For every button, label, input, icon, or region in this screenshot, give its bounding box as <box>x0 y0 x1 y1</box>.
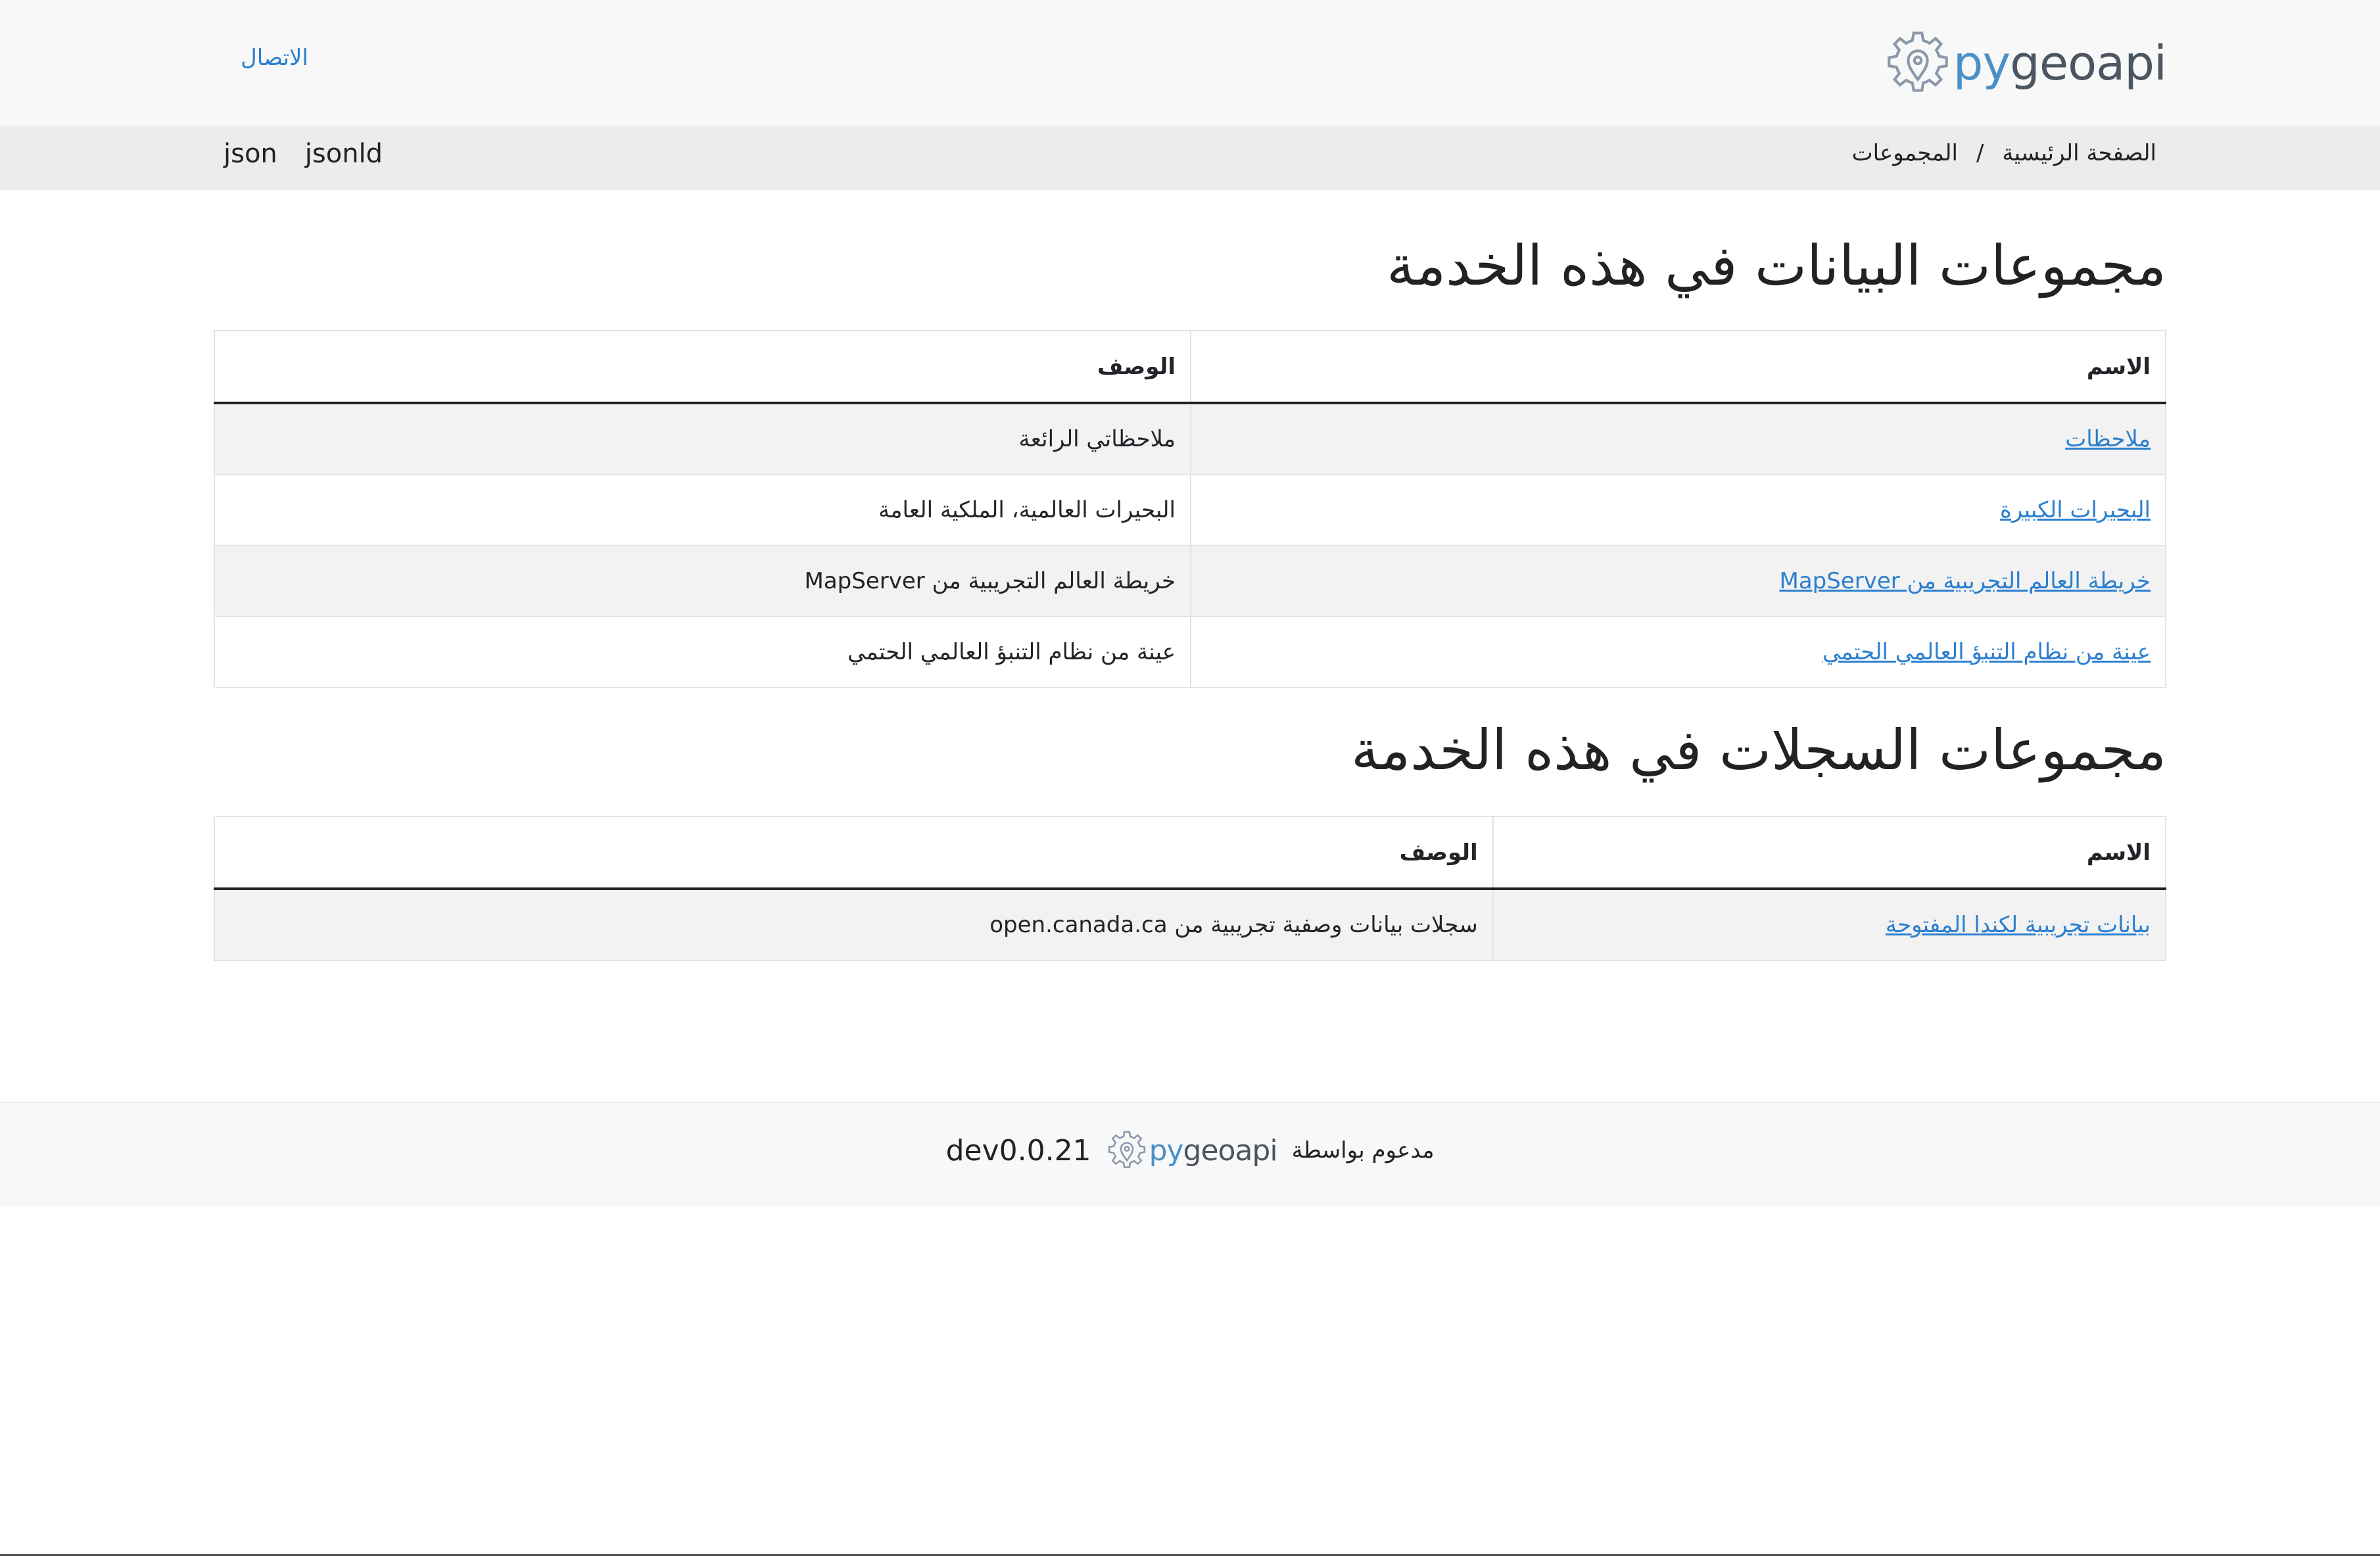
table-row: بيانات تجريبية لكندا المفتوحة سجلات بيان… <box>214 888 2167 961</box>
format-json-link[interactable]: json <box>224 139 277 169</box>
logo-prefix: py <box>1953 35 2011 91</box>
description-cell: عينة من نظام التنبؤ العالمي الحتمي <box>214 616 1191 688</box>
datasets-table: الاسم الوصف ملاحظات ملاحظاتي الرائعة الب… <box>214 330 2166 688</box>
table-row: عينة من نظام التنبؤ العالمي الحتمي عينة … <box>214 616 2166 688</box>
collection-link[interactable]: بيانات تجريبية لكندا المفتوحة <box>1886 912 2151 938</box>
table-row: خريطة العالم التجريبية من MapServer خريط… <box>214 545 2166 617</box>
powered-by-text: مدعوم بواسطة <box>1291 1137 1435 1164</box>
name-cell: البحيرات الكبيرة <box>1190 474 2166 546</box>
site-header: الاتصال pygeoapi <box>0 0 2380 126</box>
table-header-row: الاسم الوصف <box>214 816 2167 890</box>
pygeoapi-logo[interactable]: pygeoapi <box>1884 28 2167 99</box>
collection-link[interactable]: ملاحظات <box>2065 426 2151 452</box>
version-text: dev0.0.21 <box>945 1133 1091 1167</box>
column-header-description: الوصف <box>214 816 1494 890</box>
site-footer: مدعوم بواسطة pygeoapi dev0.0.21 <box>0 1102 2380 1207</box>
name-cell: بيانات تجريبية لكندا المفتوحة <box>1492 888 2167 961</box>
name-cell: عينة من نظام التنبؤ العالمي الحتمي <box>1190 616 2166 688</box>
breadcrumb: الصفحة الرئيسية / المجموعات <box>1852 140 2156 166</box>
datasets-heading: مجموعات البيانات في هذه الخدمة <box>1387 233 2166 298</box>
logo-prefix: py <box>1149 1133 1184 1167</box>
column-header-name: الاسم <box>1492 816 2167 890</box>
table-row: ملاحظات ملاحظاتي الرائعة <box>214 402 2166 475</box>
table-row: البحيرات الكبيرة البحيرات العالمية، المل… <box>214 474 2166 546</box>
breadcrumb-bar: الصفحة الرئيسية / المجموعات json jsonld <box>0 126 2380 190</box>
table-header-row: الاسم الوصف <box>214 330 2166 404</box>
gear-pin-icon <box>1888 32 1948 92</box>
format-links: json jsonld <box>224 139 383 169</box>
footer-pygeoapi-logo[interactable]: pygeoapi <box>1106 1129 1278 1171</box>
contact-link[interactable]: الاتصال <box>241 45 308 71</box>
collection-link[interactable]: عينة من نظام التنبؤ العالمي الحتمي <box>1822 639 2151 665</box>
description-cell: سجلات بيانات وصفية تجريبية من open.canad… <box>214 888 1494 961</box>
gear-pin-icon <box>1108 1131 1145 1168</box>
collection-link[interactable]: خريطة العالم التجريبية من MapServer <box>1780 568 2151 594</box>
footer-logo-wordmark: pygeoapi <box>1149 1133 1278 1167</box>
records-heading: مجموعات السجلات في هذه الخدمة <box>1351 718 2166 782</box>
description-cell: البحيرات العالمية، الملكية العامة <box>214 474 1191 546</box>
collection-link[interactable]: البحيرات الكبيرة <box>2000 497 2151 523</box>
footer-content: مدعوم بواسطة pygeoapi dev0.0.21 <box>0 1129 2380 1171</box>
format-jsonld-link[interactable]: jsonld <box>305 139 383 169</box>
breadcrumb-home[interactable]: الصفحة الرئيسية <box>2002 140 2156 166</box>
logo-rest: geoapi <box>2010 35 2167 91</box>
column-header-name: الاسم <box>1190 330 2166 404</box>
breadcrumb-current[interactable]: المجموعات <box>1852 140 1958 166</box>
name-cell: خريطة العالم التجريبية من MapServer <box>1190 545 2166 617</box>
logo-rest: geoapi <box>1183 1133 1278 1167</box>
records-table: الاسم الوصف بيانات تجريبية لكندا المفتوح… <box>214 816 2167 961</box>
description-cell: ملاحظاتي الرائعة <box>214 402 1191 475</box>
column-header-description: الوصف <box>214 330 1191 404</box>
name-cell: ملاحظات <box>1190 402 2166 475</box>
description-cell: خريطة العالم التجريبية من MapServer <box>214 545 1191 617</box>
logo-wordmark: pygeoapi <box>1953 35 2167 91</box>
breadcrumb-separator: / <box>1976 140 1984 166</box>
